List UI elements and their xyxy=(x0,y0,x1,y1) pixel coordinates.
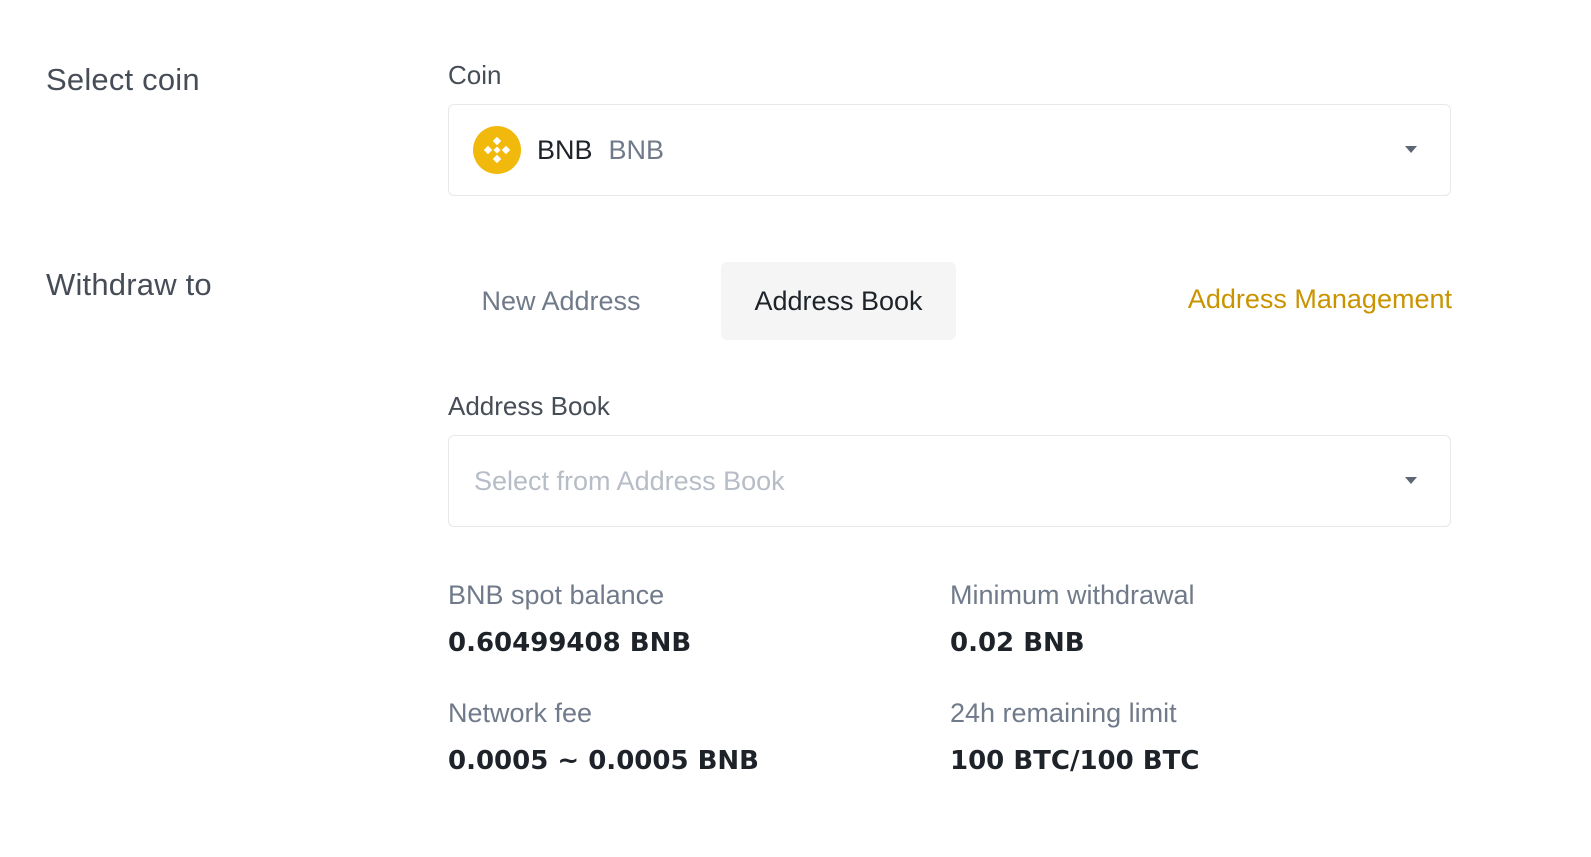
network-fee-label: Network fee xyxy=(448,698,593,728)
coin-symbol: BNB xyxy=(537,134,593,165)
caret-down-icon xyxy=(1405,477,1417,484)
address-book-placeholder: Select from Address Book xyxy=(474,465,785,496)
address-book-field-label: Address Book xyxy=(448,391,610,421)
spot-balance-label: BNB spot balance xyxy=(448,580,665,610)
withdraw-to-label: Withdraw to xyxy=(46,267,212,302)
tab-new-address[interactable]: New Address xyxy=(448,262,674,340)
address-book-select[interactable]: Select from Address Book xyxy=(448,435,1451,527)
remaining-limit-label: 24h remaining limit xyxy=(950,698,1177,728)
coin-field-label: Coin xyxy=(448,60,502,90)
remaining-limit-value: 100 BTC/100 BTC xyxy=(950,746,1200,776)
tab-address-book[interactable]: Address Book xyxy=(721,262,956,340)
coin-name: BNB xyxy=(608,134,665,165)
address-management-link[interactable]: Address Management xyxy=(1188,284,1452,315)
spot-balance-value: 0.60499408 BNB xyxy=(448,628,692,658)
bnb-logo-icon xyxy=(473,126,521,174)
select-coin-label: Select coin xyxy=(46,62,200,97)
min-withdrawal-label: Minimum withdrawal xyxy=(950,580,1195,610)
caret-down-icon xyxy=(1405,146,1417,153)
min-withdrawal-value: 0.02 BNB xyxy=(950,628,1085,658)
network-fee-value: 0.0005 ~ 0.0005 BNB xyxy=(448,746,759,776)
coin-select[interactable]: BNB BNB xyxy=(448,104,1451,196)
